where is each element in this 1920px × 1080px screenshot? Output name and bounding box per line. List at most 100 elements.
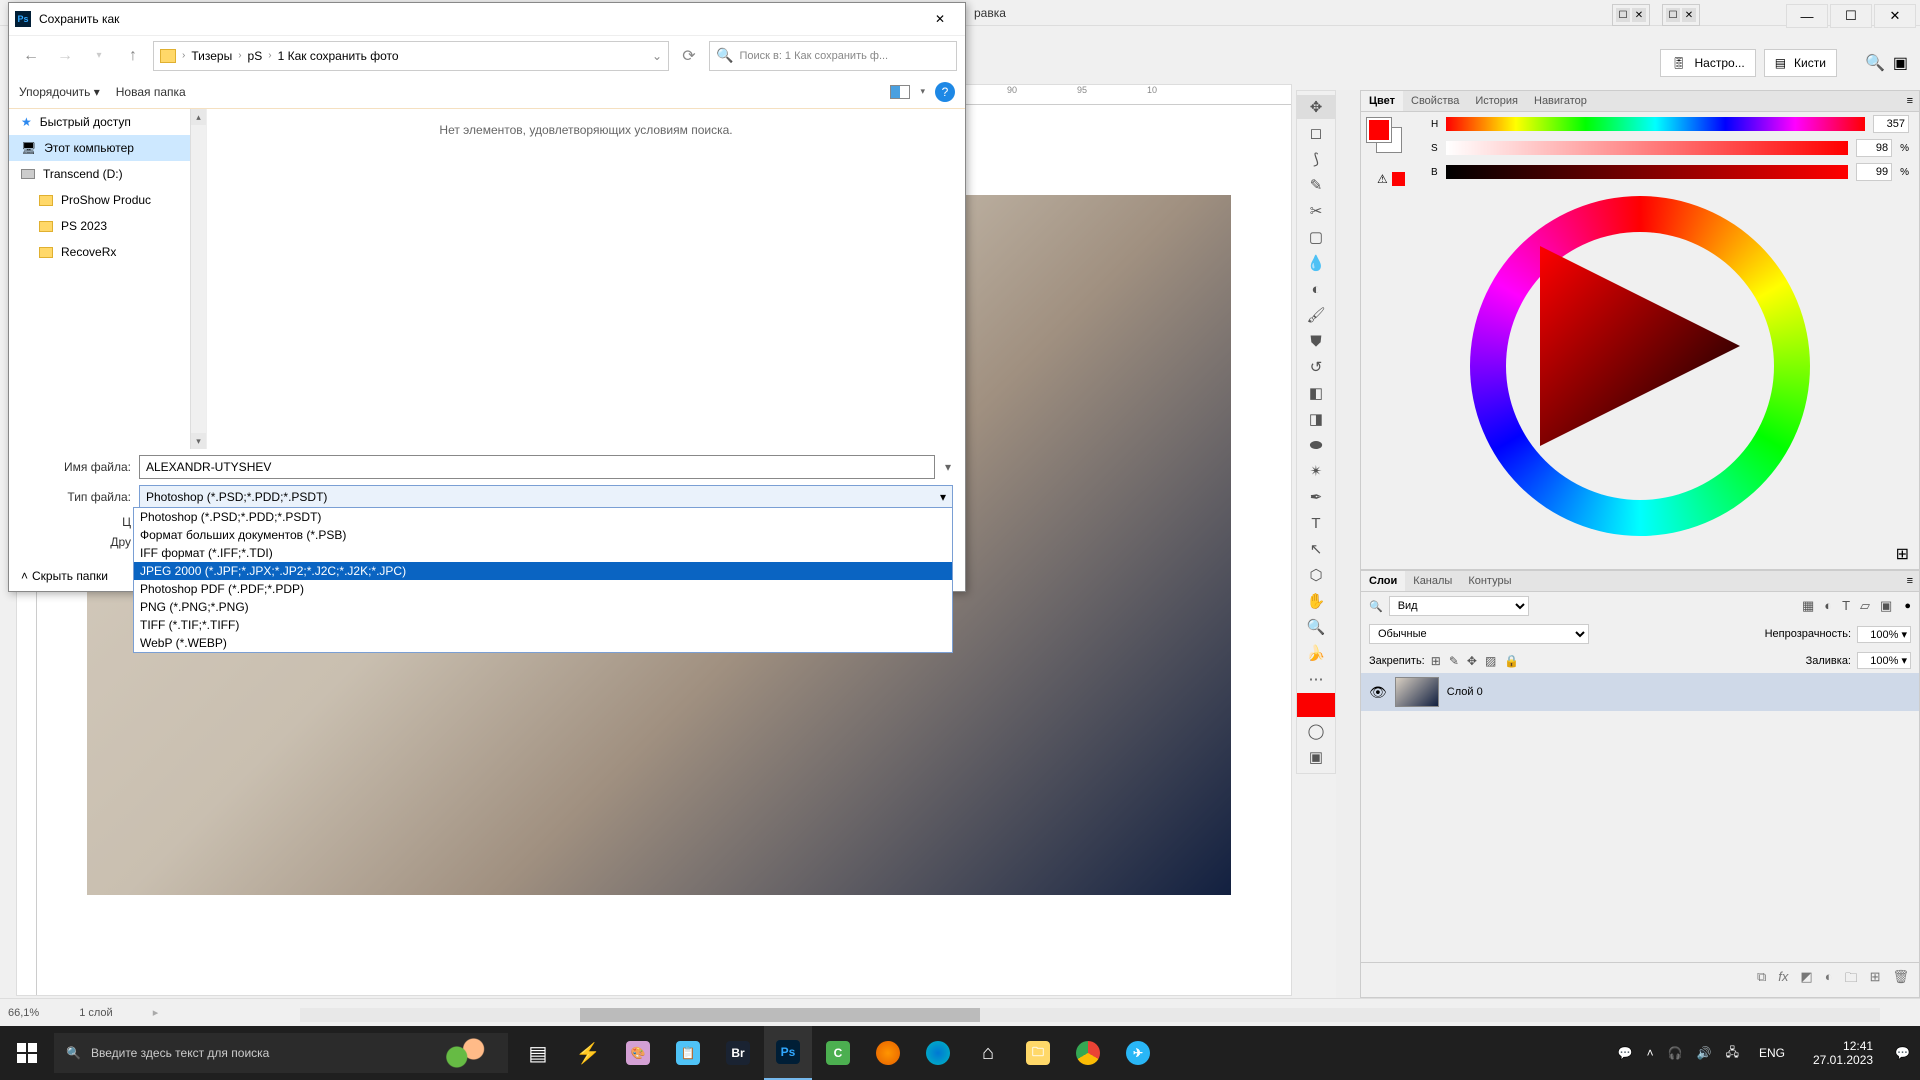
- lock-position-icon[interactable]: ✥: [1467, 654, 1477, 668]
- blend-mode-select[interactable]: Обычные: [1369, 624, 1589, 644]
- taskbar-app-2[interactable]: 🎨: [614, 1026, 662, 1080]
- workspace-switcher-icon[interactable]: ▣: [1893, 53, 1908, 73]
- layer-fx-icon[interactable]: fx: [1778, 969, 1788, 991]
- view-dropdown-icon[interactable]: ▾: [920, 86, 925, 97]
- sidebar-folder-ps2023[interactable]: PS 2023: [9, 213, 206, 239]
- filetype-option[interactable]: Photoshop PDF (*.PDF;*.PDP): [134, 580, 952, 598]
- maximize-button[interactable]: ☐: [1830, 4, 1872, 28]
- panel-menu-icon[interactable]: ≡: [1901, 91, 1919, 111]
- filename-dropdown-icon[interactable]: ▾: [943, 460, 953, 474]
- taskbar-camtasia[interactable]: C: [814, 1026, 862, 1080]
- tab-history[interactable]: История: [1467, 91, 1526, 111]
- link-layers-icon[interactable]: ⧉: [1757, 969, 1766, 991]
- taskbar-edge[interactable]: [914, 1026, 962, 1080]
- panel-close-icon[interactable]: ✕: [1632, 8, 1646, 22]
- object-select-tool-icon[interactable]: ✎: [1297, 173, 1335, 197]
- layer-name[interactable]: Слой 0: [1447, 686, 1483, 698]
- tray-volume-icon[interactable]: 🔊: [1697, 1046, 1712, 1060]
- filter-smart-icon[interactable]: ▣: [1880, 598, 1892, 614]
- close-button[interactable]: ✕: [1874, 4, 1916, 28]
- nav-up-button[interactable]: ↑: [119, 42, 147, 70]
- opacity-input[interactable]: 100% ▾: [1857, 626, 1911, 643]
- marquee-tool-icon[interactable]: ◻: [1297, 121, 1335, 145]
- taskbar-app-9[interactable]: ⌂: [964, 1026, 1012, 1080]
- layer-thumbnail[interactable]: [1395, 677, 1439, 707]
- bri-input[interactable]: [1856, 163, 1892, 181]
- dialog-close-button[interactable]: ✕: [921, 5, 959, 33]
- filetype-option[interactable]: Формат больших документов (*.PSB): [134, 526, 952, 544]
- color-wheel[interactable]: [1470, 196, 1810, 536]
- panel-close-icon[interactable]: ✕: [1682, 8, 1696, 22]
- tray-network-icon[interactable]: 🖧: [1726, 1043, 1739, 1064]
- lock-all-icon[interactable]: 🔒: [1504, 654, 1519, 668]
- lasso-tool-icon[interactable]: ⟆: [1297, 147, 1335, 171]
- filetype-option[interactable]: JPEG 2000 (*.JPF;*.JPX;*.JP2;*.J2C;*.J2K…: [134, 562, 952, 580]
- lock-artboard-icon[interactable]: ▨: [1485, 654, 1496, 668]
- hand-tool-icon[interactable]: ✋: [1297, 589, 1335, 613]
- chevron-down-icon[interactable]: ⌄: [652, 49, 662, 63]
- tray-notifications-icon[interactable]: 💬: [1895, 1046, 1910, 1060]
- filter-pixel-icon[interactable]: ▦: [1802, 598, 1814, 614]
- panel-restore-icon[interactable]: ☐: [1616, 8, 1630, 22]
- zoom-level[interactable]: 66,1%: [8, 1007, 39, 1019]
- floating-panel-tab-1[interactable]: ☐ ✕: [1612, 4, 1650, 26]
- sidebar-folder-recoverx[interactable]: RecoveRx: [9, 239, 206, 265]
- view-options-button[interactable]: [890, 85, 910, 99]
- filetype-option[interactable]: WebP (*.WEBP): [134, 634, 952, 652]
- filename-input[interactable]: [139, 455, 935, 479]
- filter-kind-icon[interactable]: 🔍: [1369, 600, 1383, 613]
- tab-layers[interactable]: Слои: [1361, 571, 1405, 591]
- sidebar-drive-d[interactable]: Transcend (D:): [9, 161, 206, 187]
- organize-button[interactable]: Упорядочить ▾: [19, 85, 100, 99]
- brush-tool-icon[interactable]: 🖌: [1297, 303, 1335, 327]
- filetype-option[interactable]: Photoshop (*.PSD;*.PDD;*.PSDT): [134, 508, 952, 526]
- layer-row[interactable]: 👁 Слой 0: [1361, 673, 1919, 711]
- lock-pixels-icon[interactable]: ✎: [1449, 654, 1459, 668]
- tray-clock[interactable]: 12:41 27.01.2023: [1805, 1039, 1881, 1068]
- filter-type-icon[interactable]: T: [1842, 598, 1850, 614]
- layers-panel-menu-icon[interactable]: ≡: [1901, 571, 1919, 591]
- blur-tool-icon[interactable]: ⬬: [1297, 433, 1335, 457]
- hide-folders-toggle[interactable]: ˄ Скрыть папки: [21, 569, 108, 583]
- taskbar-app-1[interactable]: ⚡: [564, 1026, 612, 1080]
- taskbar-explorer[interactable]: 🗀: [1014, 1026, 1062, 1080]
- adjustment-layer-icon[interactable]: ◐: [1825, 969, 1833, 991]
- refresh-button[interactable]: ⟳: [675, 42, 703, 70]
- filter-adjust-icon[interactable]: ◐: [1824, 598, 1832, 614]
- layer-mask-icon[interactable]: ◩: [1800, 969, 1812, 991]
- gamut-warning-icon[interactable]: ⚠: [1377, 172, 1388, 186]
- hue-slider[interactable]: [1446, 117, 1865, 131]
- scroll-up-icon[interactable]: ▴: [191, 109, 206, 125]
- minimize-button[interactable]: —: [1786, 4, 1828, 28]
- layer-group-icon[interactable]: 🗀: [1845, 969, 1858, 991]
- menu-edit-partial[interactable]: равка: [966, 6, 1014, 20]
- lock-transparent-icon[interactable]: ⊞: [1431, 654, 1441, 668]
- filetype-option[interactable]: PNG (*.PNG;*.PNG): [134, 598, 952, 616]
- frame-tool-icon[interactable]: ▢: [1297, 225, 1335, 249]
- sidebar-scrollbar[interactable]: ▴ ▾: [190, 109, 206, 449]
- crop-tool-icon[interactable]: ✂: [1297, 199, 1335, 223]
- settings-panel-button[interactable]: 🎚 Настро...: [1660, 49, 1755, 77]
- collapsed-panel-strip[interactable]: [1336, 90, 1360, 998]
- taskbar-search[interactable]: 🔍 Введите здесь текст для поиска: [54, 1033, 508, 1073]
- sidebar-folder-proshow[interactable]: ProShow Produc: [9, 187, 206, 213]
- eyedropper-tool-icon[interactable]: 💧: [1297, 251, 1335, 275]
- zoom-tool-icon[interactable]: 🔍: [1297, 615, 1335, 639]
- sat-slider[interactable]: [1446, 141, 1848, 155]
- bri-slider[interactable]: [1446, 165, 1848, 179]
- address-bar[interactable]: › Тизеры › pS › 1 Как сохранить фото ⌄: [153, 41, 669, 71]
- taskbar-chrome[interactable]: [1064, 1026, 1112, 1080]
- tray-language[interactable]: ENG: [1753, 1046, 1791, 1060]
- gamut-color-swatch[interactable]: [1392, 172, 1405, 186]
- doc-info[interactable]: 1 слой: [79, 1007, 112, 1019]
- dodge-tool-icon[interactable]: ✴: [1297, 459, 1335, 483]
- tab-color[interactable]: Цвет: [1361, 91, 1403, 111]
- shape-tool-icon[interactable]: ⬡: [1297, 563, 1335, 587]
- tab-properties[interactable]: Свойства: [1403, 91, 1467, 111]
- filetype-option[interactable]: IFF формат (*.IFF;*.TDI): [134, 544, 952, 562]
- tray-headset-icon[interactable]: 🎧: [1668, 1046, 1683, 1060]
- taskbar-telegram[interactable]: ✈: [1114, 1026, 1162, 1080]
- banana-icon[interactable]: 🍌: [1297, 641, 1335, 665]
- filter-toggle-icon[interactable]: ●: [1904, 600, 1911, 612]
- sat-input[interactable]: [1856, 139, 1892, 157]
